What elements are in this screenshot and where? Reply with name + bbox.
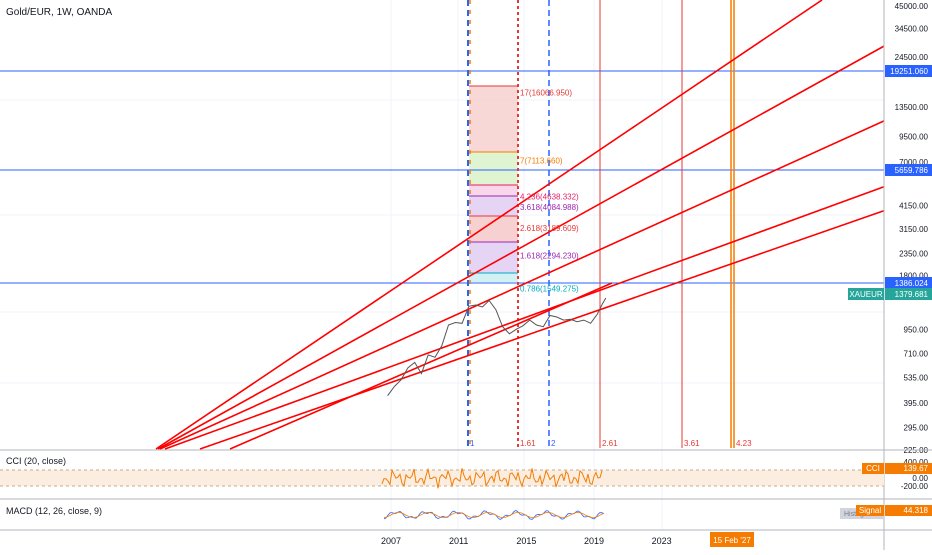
fib-time-label: 2.61 <box>602 439 618 448</box>
cci-badge-label: CCI <box>866 464 880 473</box>
cci-tick: -200.00 <box>901 482 929 491</box>
fib-time-label: 4.23 <box>736 439 752 448</box>
price-tick: 710.00 <box>904 350 929 359</box>
time-tick: 2023 <box>652 536 672 546</box>
last-price-value: 1379.681 <box>895 290 929 299</box>
cci-title: CCI (20, close) <box>6 456 66 466</box>
macd-signal-line <box>383 511 605 519</box>
price-tick: 45000.00 <box>895 2 929 11</box>
fib-level-label: 17(16066.950) <box>520 88 572 97</box>
level-badge-2: 5659.786 <box>895 166 929 175</box>
fib-level-label: 7(7113.660) <box>520 157 563 166</box>
last-price-badge: XAUEUR 1379.681 <box>848 288 932 300</box>
fib-time-label: 2 <box>551 439 556 448</box>
symbol-title: Gold/EUR, 1W, OANDA <box>6 7 112 18</box>
time-tick: 2019 <box>584 536 604 546</box>
symbol-badge: XAUEUR <box>849 290 883 299</box>
time-axis[interactable]: 2007 2011 2015 2019 2023 15 Feb '27 <box>0 529 932 547</box>
time-cursor-label: 15 Feb '27 <box>713 536 751 545</box>
level-badge-3: 1386.024 <box>895 279 929 288</box>
price-tick: 13500.00 <box>895 103 929 112</box>
price-tick: 3150.00 <box>899 225 928 234</box>
time-tick: 2007 <box>381 536 401 546</box>
cci-badge-value: 139.67 <box>904 464 929 473</box>
time-tick: 2015 <box>516 536 536 546</box>
fib-level-label: 0.786(1549.275) <box>520 284 579 293</box>
price-tick: 4150.00 <box>899 202 928 211</box>
macd-badge-value: 44.318 <box>904 506 929 515</box>
fib-level-label: 2.618(3189.609) <box>520 224 579 233</box>
price-tick: 24500.00 <box>895 53 929 62</box>
price-tick: 950.00 <box>904 325 929 334</box>
horizontal-levels[interactable] <box>0 70 884 284</box>
price-series-line <box>387 297 607 396</box>
macd-title: MACD (12, 26, close, 9) <box>6 506 102 516</box>
level-badge-1: 19251.060 <box>890 67 928 76</box>
fib-time-label: 3.61 <box>684 439 700 448</box>
price-tick: 295.00 <box>904 423 929 432</box>
fib-level-label: 4.236(4638.332) <box>520 192 579 201</box>
fib-time-label: 1.61 <box>520 439 536 448</box>
chart-window: 17(16066.950) 7(7113.660) 4.236(4638.332) 3… <box>0 0 932 550</box>
fib-time-label: 1 <box>470 439 475 448</box>
macd-badge-label: Signal <box>859 506 881 515</box>
macd-pane[interactable]: MACD (12, 26, close, 9) Histogram Signal… <box>0 498 932 520</box>
price-tick: 9500.00 <box>899 132 928 141</box>
fib-time-labels: 1 1.61 2 2.61 3.61 4.23 <box>470 439 752 448</box>
fib-level-label: 3.618(4084.988) <box>520 203 579 212</box>
price-tick: 395.00 <box>904 399 929 408</box>
price-tick: 535.00 <box>904 373 929 382</box>
price-tick: 2350.00 <box>899 249 928 258</box>
cci-pane[interactable]: CCI (20, close) 400.00200.000.00-200.00 … <box>0 449 932 491</box>
price-tick: 34500.00 <box>895 24 929 33</box>
cci-axis-ticks: 400.00200.000.00-200.00 <box>901 458 929 491</box>
time-tick: 2011 <box>449 536 468 546</box>
fib-level-label: 1.618(2294.230) <box>520 251 579 260</box>
chart-canvas[interactable]: 17(16066.950) 7(7113.660) 4.236(4638.332) 3… <box>0 0 932 550</box>
